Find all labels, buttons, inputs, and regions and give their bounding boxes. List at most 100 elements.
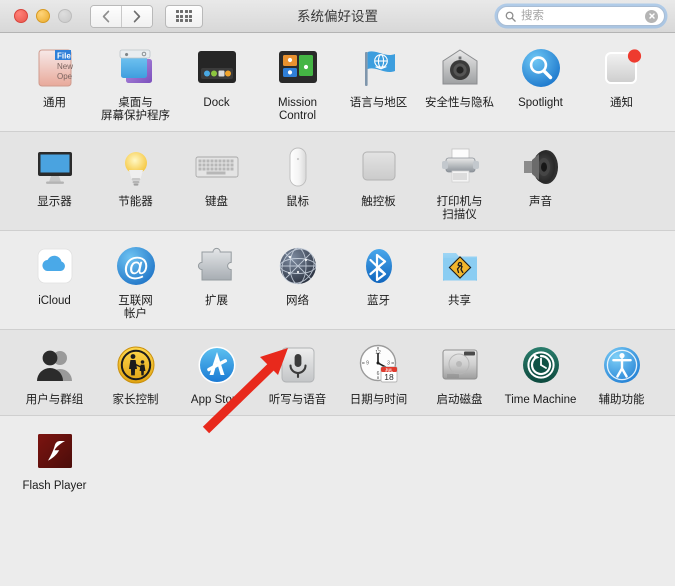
preference-row: 显示器 bbox=[0, 141, 675, 226]
pref-sharing[interactable]: 共享 bbox=[419, 240, 500, 325]
pref-label: 打印机与 扫描仪 bbox=[437, 196, 483, 222]
dictation-speech-icon bbox=[274, 341, 322, 389]
pref-label: Dock bbox=[203, 97, 229, 110]
pref-parental-controls[interactable]: 家长控制 bbox=[95, 339, 176, 411]
forward-button[interactable] bbox=[121, 6, 152, 27]
spotlight-icon bbox=[517, 44, 565, 92]
pref-label: 用户与群组 bbox=[26, 394, 84, 407]
back-button[interactable] bbox=[91, 6, 121, 27]
pref-label: iCloud bbox=[38, 295, 71, 308]
time-machine-icon bbox=[517, 341, 565, 389]
pref-startup-disk[interactable]: 启动磁盘 bbox=[419, 339, 500, 411]
pref-label: Spotlight bbox=[518, 97, 563, 110]
search-container: 搜索 bbox=[497, 6, 665, 26]
pref-label: 日期与时间 bbox=[350, 394, 408, 407]
pref-flash-player[interactable]: Flash Player bbox=[14, 425, 95, 497]
chevron-right-icon bbox=[133, 10, 141, 23]
pref-trackpad[interactable]: 触控板 bbox=[338, 141, 419, 226]
pref-desktop-screensaver[interactable]: 桌面与 屏幕保护程序 bbox=[95, 42, 176, 127]
minimize-button[interactable] bbox=[36, 9, 50, 23]
pref-spotlight[interactable]: Spotlight bbox=[500, 42, 581, 127]
mouse-icon bbox=[274, 143, 322, 191]
pref-accessibility[interactable]: 辅助功能 bbox=[581, 339, 662, 411]
search-placeholder: 搜索 bbox=[521, 7, 645, 25]
pref-icloud[interactable]: iCloud bbox=[14, 240, 95, 325]
pref-dictation-speech[interactable]: 听写与语音 bbox=[257, 339, 338, 411]
section-other: Flash Player bbox=[0, 416, 675, 501]
pref-sound[interactable]: 声音 bbox=[500, 141, 581, 226]
preference-row: iCloud @ 互联 bbox=[0, 240, 675, 325]
pref-label: 网络 bbox=[286, 295, 309, 308]
parental-controls-icon bbox=[112, 341, 160, 389]
pref-mouse[interactable]: 鼠标 bbox=[257, 141, 338, 226]
pref-mission-control[interactable]: Mission Control bbox=[257, 42, 338, 127]
desktop-screensaver-icon bbox=[112, 44, 160, 92]
svg-text:3: 3 bbox=[387, 361, 390, 367]
pref-label: 声音 bbox=[529, 196, 552, 209]
pref-label: 节能器 bbox=[118, 196, 153, 209]
search-input[interactable]: 搜索 bbox=[497, 6, 665, 26]
pref-notifications[interactable]: 通知 bbox=[581, 42, 662, 127]
pref-network[interactable]: 网络 bbox=[257, 240, 338, 325]
pref-label: 鼠标 bbox=[286, 196, 309, 209]
extensions-icon bbox=[193, 242, 241, 290]
pref-label: 共享 bbox=[448, 295, 471, 308]
internet-accounts-icon: @ bbox=[112, 242, 160, 290]
general-icon: File New Ope bbox=[31, 44, 79, 92]
preference-row: Flash Player bbox=[0, 425, 675, 497]
pref-energy-saver[interactable]: 节能器 bbox=[95, 141, 176, 226]
pref-label: 辅助功能 bbox=[599, 394, 645, 407]
pref-label: 键盘 bbox=[205, 196, 228, 209]
pref-label: 显示器 bbox=[37, 196, 72, 209]
pref-keyboard[interactable]: 键盘 bbox=[176, 141, 257, 226]
language-region-icon bbox=[355, 44, 403, 92]
pref-internet-accounts[interactable]: @ 互联网 帐户 bbox=[95, 240, 176, 325]
pref-bluetooth[interactable]: 蓝牙 bbox=[338, 240, 419, 325]
pref-extensions[interactable]: 扩展 bbox=[176, 240, 257, 325]
preferences-grid: File New Ope 通用 bbox=[0, 33, 675, 586]
pref-app-store[interactable]: App Store bbox=[176, 339, 257, 411]
svg-text:File: File bbox=[57, 52, 71, 61]
displays-icon bbox=[31, 143, 79, 191]
accessibility-icon bbox=[598, 341, 646, 389]
bluetooth-icon bbox=[355, 242, 403, 290]
pref-dock[interactable]: Dock bbox=[176, 42, 257, 127]
section-internet-wireless: iCloud @ 互联 bbox=[0, 231, 675, 330]
notifications-icon bbox=[598, 44, 646, 92]
pref-time-machine[interactable]: Time Machine bbox=[500, 339, 581, 411]
trackpad-icon bbox=[355, 143, 403, 191]
pref-displays[interactable]: 显示器 bbox=[14, 141, 95, 226]
pref-label: 家长控制 bbox=[113, 394, 159, 407]
energy-saver-icon bbox=[112, 143, 160, 191]
svg-text:Ope: Ope bbox=[57, 72, 73, 81]
clear-search-button[interactable] bbox=[645, 10, 658, 23]
pref-label: 桌面与 屏幕保护程序 bbox=[101, 97, 170, 123]
security-privacy-icon bbox=[436, 44, 484, 92]
pref-users-groups[interactable]: 用户与群组 bbox=[14, 339, 95, 411]
pref-language-region[interactable]: 语言与地区 bbox=[338, 42, 419, 127]
show-all-button[interactable] bbox=[165, 5, 203, 28]
pref-label: Mission Control bbox=[278, 97, 317, 123]
printers-scanners-icon bbox=[436, 143, 484, 191]
svg-text:New: New bbox=[57, 62, 73, 71]
pref-label: 启动磁盘 bbox=[437, 394, 483, 407]
svg-text:@: @ bbox=[123, 251, 148, 281]
pref-security-privacy[interactable]: 安全性与隐私 bbox=[419, 42, 500, 127]
pref-label: 通知 bbox=[610, 97, 633, 110]
network-icon bbox=[274, 242, 322, 290]
mission-control-icon bbox=[274, 44, 322, 92]
system-preferences-window: 系统偏好设置 搜索 bbox=[0, 0, 675, 586]
svg-text:9: 9 bbox=[366, 361, 369, 367]
navigation-buttons bbox=[90, 5, 153, 28]
pref-label: 语言与地区 bbox=[350, 97, 408, 110]
icloud-icon bbox=[31, 242, 79, 290]
chevron-left-icon bbox=[102, 10, 110, 23]
pref-label: 听写与语音 bbox=[269, 394, 327, 407]
close-button[interactable] bbox=[14, 9, 28, 23]
pref-label: 触控板 bbox=[361, 196, 396, 209]
flash-player-icon bbox=[31, 427, 79, 475]
pref-general[interactable]: File New Ope 通用 bbox=[14, 42, 95, 127]
window-titlebar: 系统偏好设置 搜索 bbox=[0, 0, 675, 33]
pref-printers-scanners[interactable]: 打印机与 扫描仪 bbox=[419, 141, 500, 226]
pref-date-time[interactable]: 12 3 6 9 JUL 18 bbox=[338, 339, 419, 411]
